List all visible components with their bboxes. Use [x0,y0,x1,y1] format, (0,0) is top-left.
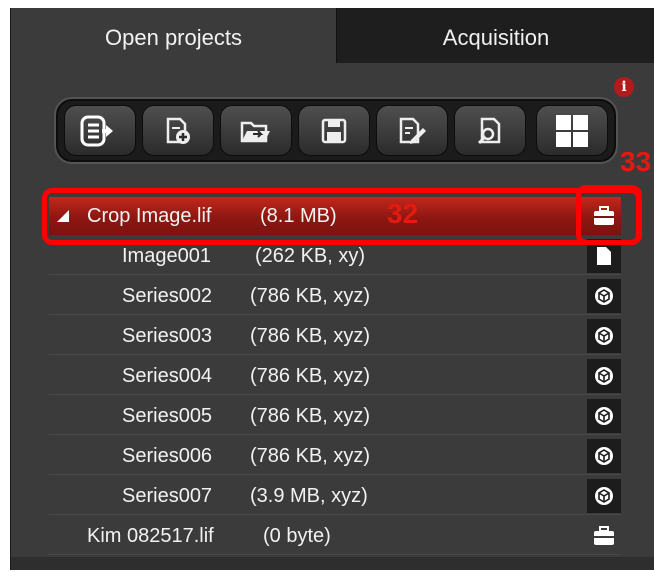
error-info-icon[interactable]: i [614,77,634,97]
item-info: (786 KB, xyz) [250,445,371,467]
item-type-badge [587,359,621,393]
save-button[interactable] [298,105,370,156]
panel-bottom-edge [11,557,654,570]
tab-open-projects[interactable]: Open projects [11,8,336,63]
grid-view-icon [556,114,588,147]
item-type-badge [587,399,621,433]
tree-project-kim-082517[interactable]: Kim 082517.lif (0 byte) [49,517,621,555]
open-project-button[interactable] [220,105,292,156]
tab-acquisition[interactable]: Acquisition [336,8,654,63]
tab-bar: Open projects Acquisition [11,8,654,63]
document-icon [597,247,611,265]
annotation-outline-project-row [42,188,641,245]
cube-icon [595,367,613,385]
item-name: Series002 [122,285,213,307]
edit-project-button[interactable] [376,105,448,156]
layout-grid-button[interactable] [536,105,608,156]
new-project-icon [166,117,190,144]
open-projects-panel: Open projects Acquisition i Crop Image.l… [10,8,654,570]
item-name: Series007 [122,485,213,507]
edit-document-icon [399,117,426,144]
item-type-badge [587,439,621,473]
item-info: (786 KB, xyz) [250,365,371,387]
tree-item-series004[interactable]: Series004 (786 KB, xyz) [49,357,621,395]
cube-icon [595,287,613,305]
tree-item-series005[interactable]: Series005 (786 KB, xyz) [49,397,621,435]
find-in-project-button[interactable] [454,105,526,156]
item-name: Series004 [122,365,213,387]
find-document-icon [477,117,501,144]
tree-item-series006[interactable]: Series006 (786 KB, xyz) [49,437,621,475]
project-size: (0 byte) [263,525,331,547]
cube-icon [595,407,613,425]
item-name: Series005 [122,405,213,427]
open-folder-icon [240,121,270,142]
tree-item-series007[interactable]: Series007 (3.9 MB, xyz) [49,477,621,515]
briefcase-icon [594,526,614,545]
cube-icon [595,327,613,345]
save-icon [321,118,347,143]
item-info: (786 KB, xyz) [250,325,371,347]
item-type-badge [587,319,621,353]
cube-icon [595,487,613,505]
annotation-outline-briefcase [576,185,642,245]
item-info: (786 KB, xyz) [250,285,371,307]
item-type-badge [587,479,621,513]
annotation-label-32: 32 [387,198,419,229]
item-info: (3.9 MB, xyz) [250,485,368,507]
tree-item-series003[interactable]: Series003 (786 KB, xyz) [49,317,621,355]
annotation-label-33: 33 [620,146,652,177]
project-toolbar [54,97,618,164]
new-project-button[interactable] [142,105,214,156]
export-list-button[interactable] [64,105,136,156]
item-info: (786 KB, xyz) [250,405,371,427]
project-briefcase-button[interactable] [587,519,621,553]
tree-item-series002[interactable]: Series002 (786 KB, xyz) [49,277,621,315]
item-type-badge [587,279,621,313]
item-name: Series006 [122,445,213,467]
export-list-icon [80,115,113,146]
item-name: Series003 [122,325,213,347]
project-name: Kim 082517.lif [87,525,214,547]
cube-icon [595,447,613,465]
